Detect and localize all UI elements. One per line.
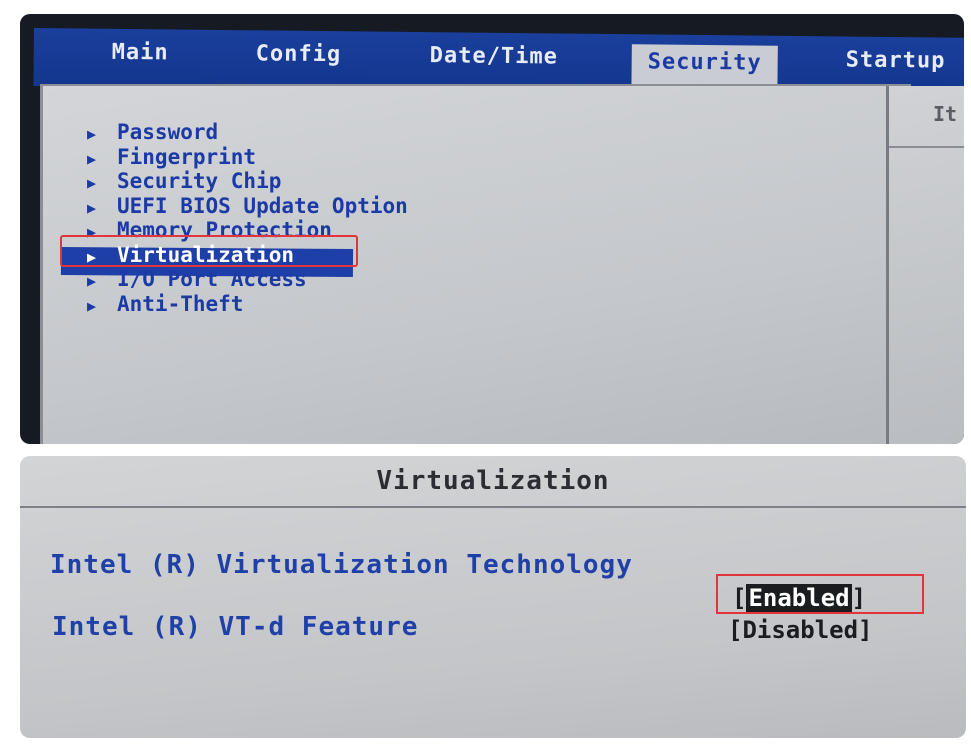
bios-security-screen: Main Config Date/Time Security Startup ▶… (20, 14, 964, 444)
setting-vtd-value[interactable]: [Disabled] (728, 616, 873, 644)
tab-config[interactable]: Config (256, 36, 342, 77)
tab-startup[interactable]: Startup (845, 43, 946, 84)
menu-item-io-port-access[interactable]: ▶ I/O Port Access (87, 267, 408, 292)
submenu-title: Virtualization (376, 466, 610, 496)
enabled-highlight-box (716, 574, 924, 614)
menu-item-security-chip[interactable]: ▶ Security Chip (87, 169, 408, 194)
tab-security[interactable]: Security (631, 44, 778, 90)
item-help-pane: It (886, 86, 964, 444)
menu-item-fingerprint[interactable]: ▶ Fingerprint (87, 145, 408, 170)
submenu-arrow-icon: ▶ (87, 174, 97, 192)
setting-vtd-label: Intel (R) VT-d Feature (52, 612, 419, 642)
tab-main[interactable]: Main (112, 35, 169, 76)
virtualization-highlight-box (60, 235, 358, 267)
submenu-arrow-icon: ▶ (87, 272, 97, 290)
setting-vt-label: Intel (R) Virtualization Technology (50, 550, 633, 580)
menu-item-password[interactable]: ▶ Password (87, 120, 408, 145)
submenu-arrow-icon: ▶ (87, 149, 97, 168)
security-menu-list: ▶ Password ▶ Fingerprint ▶ Security Chip ▶ U… (87, 120, 408, 316)
submenu-arrow-icon: ▶ (87, 296, 97, 315)
divider (20, 506, 966, 508)
divider (889, 146, 964, 148)
menu-item-anti-theft[interactable]: ▶ Anti-Theft (87, 292, 408, 317)
tab-date-time[interactable]: Date/Time (429, 38, 558, 79)
submenu-arrow-icon: ▶ (87, 198, 97, 217)
menu-item-uefi-bios-update-option[interactable]: ▶ UEFI BIOS Update Option (87, 194, 408, 219)
item-help-label: It (933, 102, 958, 126)
submenu-arrow-icon: ▶ (87, 125, 97, 143)
